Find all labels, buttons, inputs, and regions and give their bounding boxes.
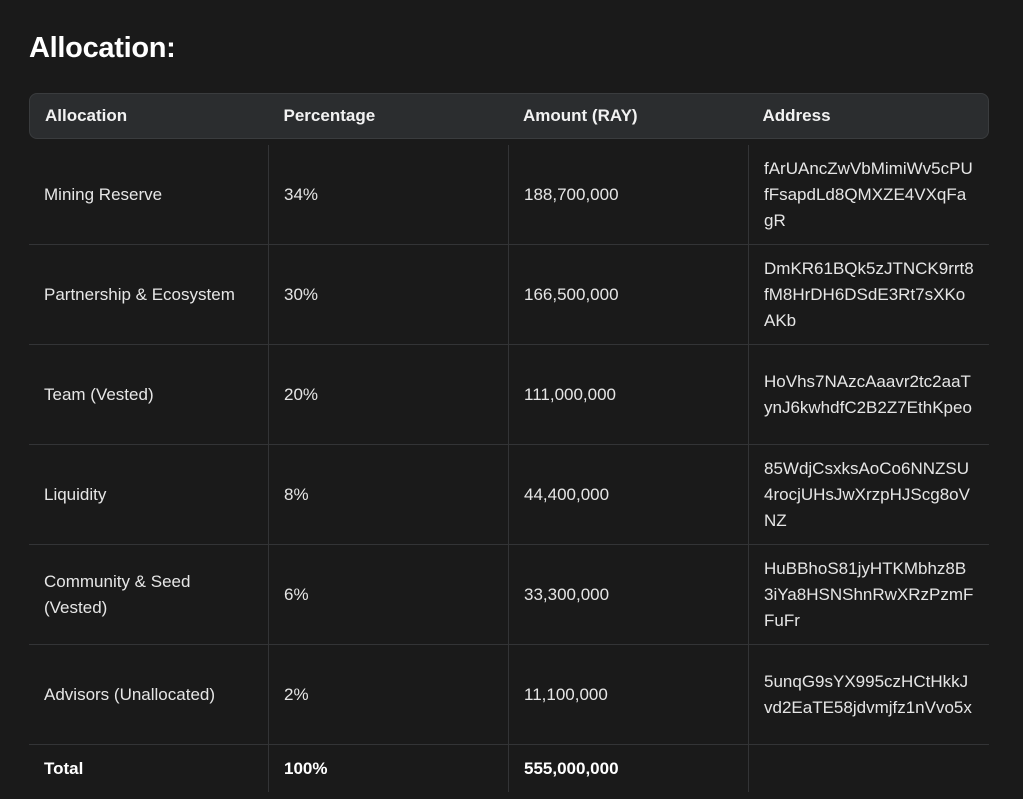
cell-percentage: 34%: [268, 145, 508, 244]
allocation-table: Allocation Percentage Amount (RAY) Addre…: [29, 93, 989, 792]
cell-amount: 44,400,000: [508, 445, 748, 544]
header-address: Address: [762, 106, 831, 125]
cell-allocation: Advisors (Unallocated): [44, 684, 216, 704]
cell-address[interactable]: 5unqG9sYX995czHCtHkkJvd2EaTE58jdvmjfz1nV…: [748, 645, 989, 744]
header-amount: Amount (RAY): [523, 106, 638, 125]
cell-percentage: 30%: [268, 245, 508, 344]
table-row: Mining Reserve 34% 188,700,000 fArUAncZw…: [29, 145, 989, 245]
cell-address[interactable]: 85WdjCsxksAoCo6NNZSU4rocjUHsJwXrzpHJScg8…: [748, 445, 989, 544]
cell-address[interactable]: HuBBhoS81jyHTKMbhz8B3iYa8HSNShnRwXRzPzmF…: [748, 545, 989, 644]
header-allocation: Allocation: [45, 106, 128, 125]
total-amount: 555,000,000: [508, 745, 748, 792]
table-row: Advisors (Unallocated) 2% 11,100,000 5un…: [29, 645, 989, 745]
table-body: Mining Reserve 34% 188,700,000 fArUAncZw…: [29, 145, 989, 792]
cell-allocation: Mining Reserve: [44, 184, 163, 204]
cell-allocation: Liquidity: [44, 484, 107, 504]
cell-amount: 166,500,000: [508, 245, 748, 344]
table-row: Community & Seed (Vested) 6% 33,300,000 …: [29, 545, 989, 645]
cell-amount: 111,000,000: [508, 345, 748, 444]
cell-amount: 33,300,000: [508, 545, 748, 644]
cell-amount: 11,100,000: [508, 645, 748, 744]
cell-amount: 188,700,000: [508, 145, 748, 244]
cell-address[interactable]: fArUAncZwVbMimiWv5cPUfFsapdLd8QMXZE4VXqF…: [748, 145, 989, 244]
cell-percentage: 6%: [268, 545, 508, 644]
cell-percentage: 20%: [268, 345, 508, 444]
page-title: Allocation:: [29, 32, 176, 64]
table-row: Partnership & Ecosystem 30% 166,500,000 …: [29, 245, 989, 345]
total-address: [748, 745, 989, 792]
header-percentage: Percentage: [283, 106, 376, 125]
total-label: Total: [44, 758, 84, 778]
cell-percentage: 2%: [268, 645, 508, 744]
cell-allocation: Partnership & Ecosystem: [44, 284, 235, 304]
cell-allocation: Team (Vested): [44, 384, 154, 404]
cell-allocation: Community & Seed (Vested): [44, 571, 191, 617]
cell-address[interactable]: HoVhs7NAzcAaavr2tc2aaTynJ6kwhdfC2B2Z7Eth…: [748, 345, 989, 444]
table-row: Liquidity 8% 44,400,000 85WdjCsxksAoCo6N…: [29, 445, 989, 545]
cell-address[interactable]: DmKR61BQk5zJTNCK9rrt8fM8HrDH6DSdE3Rt7sXK…: [748, 245, 989, 344]
table-header: Allocation Percentage Amount (RAY) Addre…: [29, 93, 989, 139]
table-total-row: Total 100% 555,000,000: [29, 745, 989, 792]
cell-percentage: 8%: [268, 445, 508, 544]
total-percentage: 100%: [268, 745, 508, 792]
table-row: Team (Vested) 20% 111,000,000 HoVhs7NAzc…: [29, 345, 989, 445]
